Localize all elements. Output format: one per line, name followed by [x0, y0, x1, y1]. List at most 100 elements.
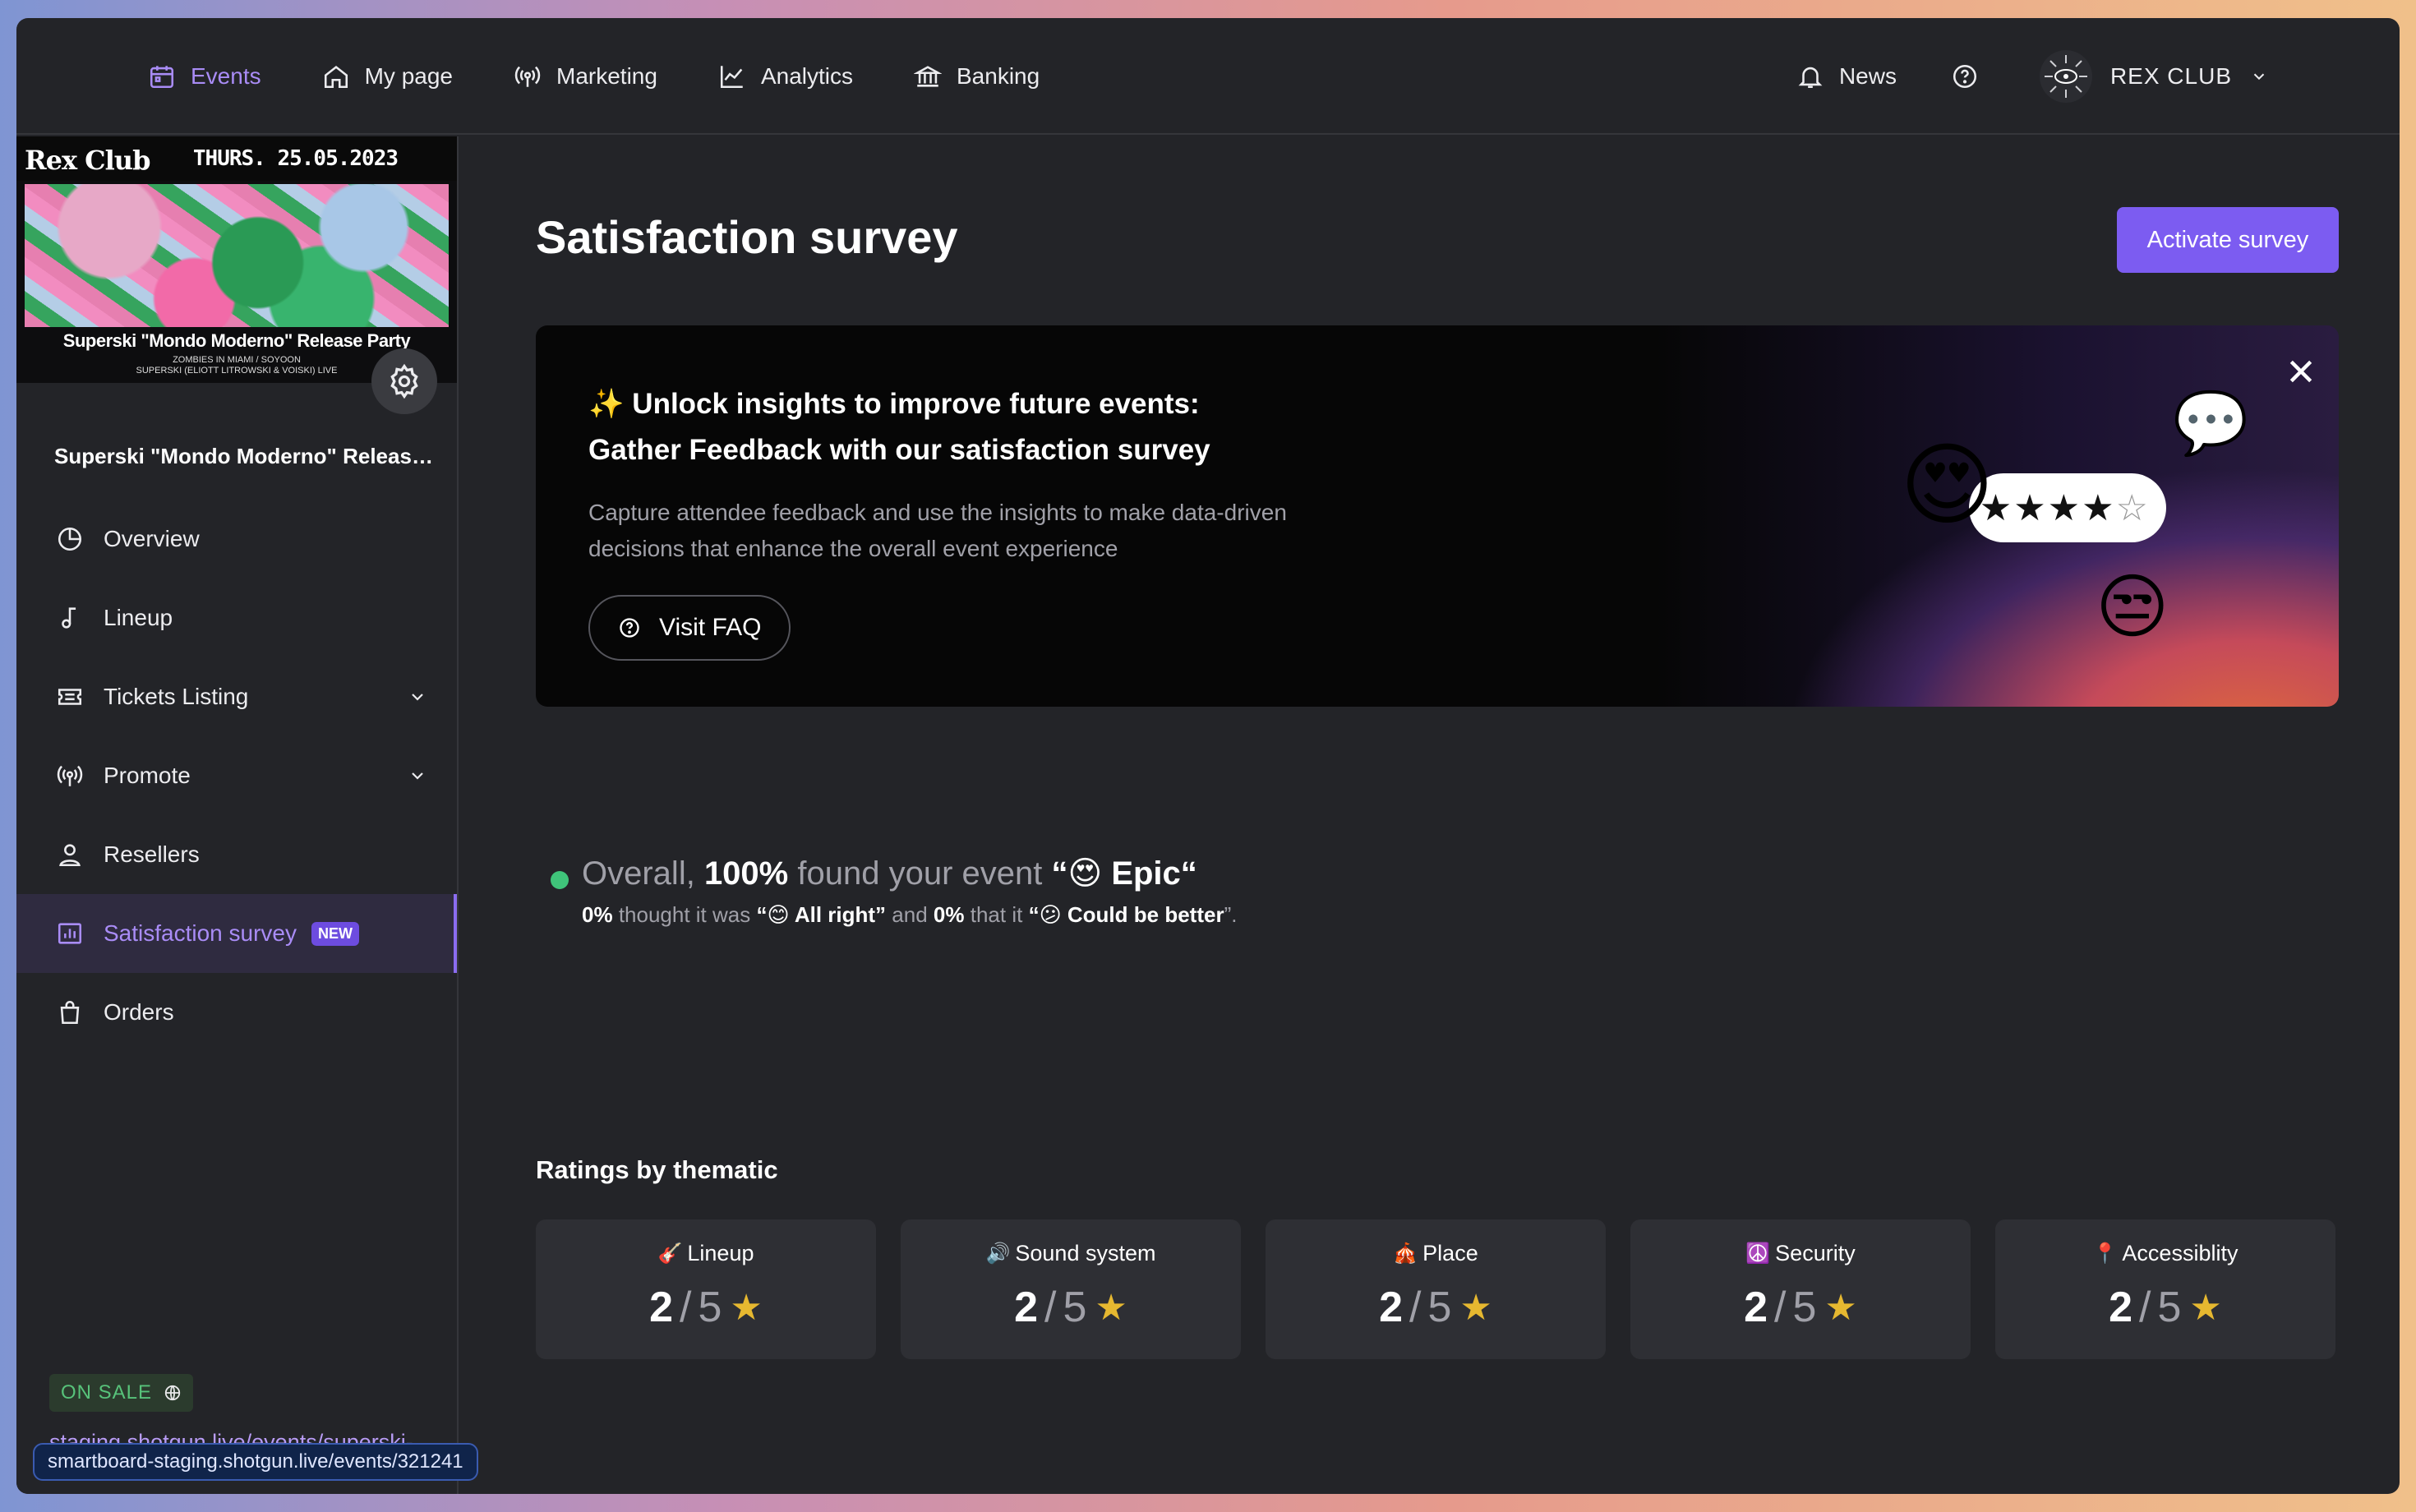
page-title: Satisfaction survey	[536, 211, 958, 263]
nav-my-page-label: My page	[364, 63, 454, 89]
sidebar-item-overview[interactable]: Overview	[16, 500, 457, 579]
breakdown-rating-1: “😊 All right”	[756, 902, 887, 927]
poster-title: Superski "Mondo Moderno" Release Party	[62, 330, 411, 351]
sidebar-item-satisfaction-survey[interactable]: Satisfaction survey NEW	[16, 894, 457, 973]
news-button[interactable]: News	[1796, 62, 1897, 90]
rating-card-label: Lineup	[687, 1241, 754, 1265]
rating-card-label: Sound system	[1015, 1241, 1156, 1265]
star-icon: ★	[1095, 1287, 1127, 1328]
breakdown-end: ”.	[1224, 902, 1238, 927]
banner-description: Capture attendee feedback and use the in…	[588, 495, 1369, 567]
circus-tent-emoji-icon: 🎪	[1393, 1242, 1418, 1265]
sidebar-item-label: Lineup	[104, 605, 173, 630]
nav-events[interactable]: Events	[148, 62, 261, 90]
nav-banking[interactable]: Banking	[914, 62, 1040, 90]
sidebar-item-promote[interactable]: Promote	[16, 736, 457, 815]
promo-banner: ✨ Unlock insights to improve future even…	[536, 325, 2339, 707]
chevron-down-icon	[412, 772, 423, 780]
sidebar-item-resellers[interactable]: Resellers	[16, 815, 457, 894]
event-poster[interactable]: Rex Club THURS. 25.05.2023 Superski "Mon…	[16, 136, 457, 383]
breakdown-text-1: thought it was	[618, 902, 751, 927]
shopping-bag-icon	[60, 1000, 80, 1025]
news-label: News	[1838, 63, 1897, 89]
bell-icon	[1798, 67, 1823, 89]
overall-breakdown: 0% thought it was “😊 All right” and 0% t…	[582, 902, 1237, 928]
empty-star: ☆	[2115, 487, 2150, 528]
line-chart-icon	[720, 66, 743, 89]
visit-faq-button[interactable]: Visit FAQ	[588, 595, 791, 661]
org-switcher[interactable]: REX CLUB	[2039, 50, 2268, 103]
overall-headline: Overall, 100% found your event “😍 Epic“	[582, 855, 1197, 892]
rating-card-place: 🎪 Place 2/5 ★	[1266, 1219, 1606, 1359]
speech-bubble-emoji-icon: 💬	[2173, 389, 2249, 457]
chevron-down-icon	[412, 694, 423, 701]
gear-icon	[390, 363, 418, 399]
banner-heading: ✨ Unlock insights to improve future even…	[588, 381, 1210, 473]
unamused-emoji-icon: 😒	[2096, 568, 2169, 647]
sidebar-item-label: Resellers	[104, 841, 200, 867]
breakdown-text-2: and	[892, 902, 928, 927]
nav-analytics[interactable]: Analytics	[718, 62, 853, 90]
overall-middle: found your event	[797, 855, 1043, 892]
close-icon[interactable]	[2285, 355, 2317, 388]
banner-heading-line2: Gather Feedback with our satisfaction su…	[588, 434, 1210, 466]
sidebar-item-orders[interactable]: Orders	[16, 973, 457, 1052]
breakdown-percent-1: 0%	[582, 902, 613, 927]
breakdown-rating-2: “😕 Could be better	[1028, 902, 1224, 927]
event-settings-button[interactable]	[371, 348, 437, 414]
app-window: Events My page Marketing Analytics Banki…	[16, 18, 2400, 1494]
star-icon: ★	[1459, 1287, 1492, 1328]
breakdown-text-3: that it	[970, 902, 1023, 927]
ticket-icon	[58, 689, 82, 705]
nav-marketing[interactable]: Marketing	[514, 62, 657, 90]
sidebar-item-label: Overview	[104, 526, 200, 551]
browser-status-url: smartboard-staging.shotgun.live/events/3…	[33, 1443, 478, 1481]
sidebar-item-label: Satisfaction survey	[104, 920, 297, 946]
nav-analytics-label: Analytics	[760, 63, 853, 89]
overall-rating: “😍 Epic“	[1051, 855, 1197, 892]
rating-score: 2	[2109, 1284, 2133, 1331]
new-badge: NEW	[311, 921, 359, 946]
sidebar: Rex Club THURS. 25.05.2023 Superski "Mon…	[16, 136, 459, 1494]
filled-stars: ★★★★	[1979, 487, 2116, 528]
bar-chart-icon	[58, 923, 82, 944]
org-logo	[2039, 50, 2092, 103]
poster-date: THURS. 25.05.2023	[192, 146, 399, 171]
overall-prefix: Overall,	[582, 855, 695, 892]
heart-eyes-emoji-icon: 😍	[1900, 435, 1994, 536]
ratings-section-title: Ratings by thematic	[536, 1155, 778, 1184]
rating-score: 2	[1379, 1284, 1404, 1331]
home-icon	[324, 66, 348, 89]
rating-score: 2	[649, 1284, 674, 1331]
status-badge: ON SALE	[49, 1374, 194, 1412]
visit-faq-label: Visit FAQ	[659, 614, 762, 641]
main-content: Satisfaction survey Activate survey ✨ Un…	[460, 136, 2400, 1494]
rating-card-label: Security	[1775, 1241, 1856, 1265]
broadcast-icon	[514, 66, 541, 87]
org-name: REX CLUB	[2109, 63, 2232, 89]
rating-max: 5	[698, 1284, 722, 1331]
ratings-cards: 🎸 Lineup 2/5 ★ 🔊 Sound system 2/5 ★ 🎪 Place 2…	[536, 1219, 2339, 1359]
nav-events-label: Events	[191, 63, 261, 89]
status-badge-label: ON SALE	[61, 1381, 153, 1404]
sidebar-item-label: Tickets Listing	[104, 684, 249, 709]
top-nav: Events My page Marketing Analytics Banki…	[16, 18, 2400, 135]
rating-card-lineup: 🎸 Lineup 2/5 ★	[536, 1219, 876, 1359]
rating-max: 5	[1427, 1284, 1452, 1331]
event-name: Superski "Mondo Moderno" Release Party	[54, 444, 440, 468]
nav-my-page[interactable]: My page	[322, 62, 453, 90]
bank-icon	[914, 66, 942, 87]
banner-description-line2: decisions that enhance the overall event…	[588, 536, 1118, 561]
broadcast-icon	[57, 765, 83, 786]
rating-score: 2	[1014, 1284, 1039, 1331]
star-icon: ★	[2189, 1287, 2222, 1328]
sidebar-item-tickets-listing[interactable]: Tickets Listing	[16, 657, 457, 736]
sidebar-item-lineup[interactable]: Lineup	[16, 579, 457, 657]
rating-max: 5	[1792, 1284, 1817, 1331]
pie-chart-icon	[58, 527, 82, 551]
activate-survey-button[interactable]: Activate survey	[2117, 207, 2339, 273]
rating-score: 2	[1744, 1284, 1768, 1331]
banner-rating-illustration: ★★★★ ☆	[1969, 473, 2166, 542]
help-icon[interactable]	[1951, 62, 1979, 90]
globe-icon	[164, 1385, 181, 1401]
